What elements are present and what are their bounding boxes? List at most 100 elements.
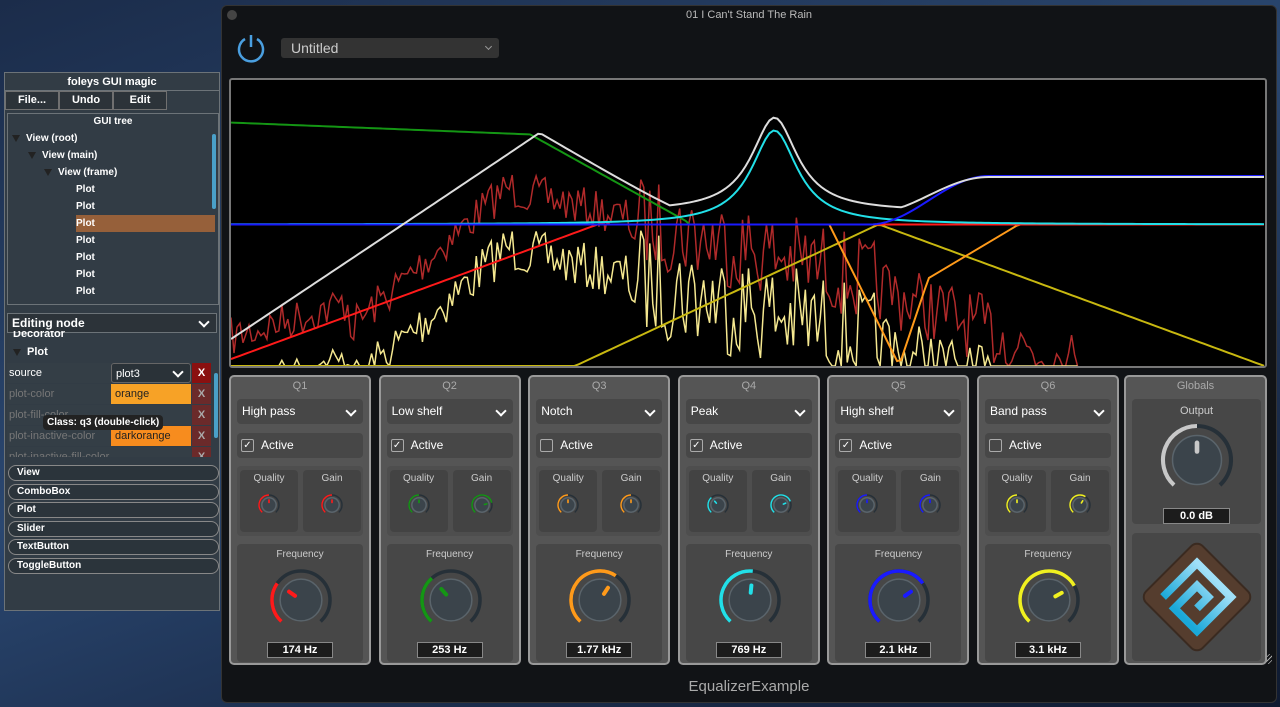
palette-item[interactable]: Plot	[8, 502, 219, 518]
edit-button[interactable]: Edit	[113, 91, 167, 110]
frequency-knob[interactable]	[867, 568, 931, 637]
frequency-value[interactable]: 769 Hz	[715, 642, 782, 658]
frequency-knob[interactable]	[1017, 568, 1081, 637]
filter-type-combo[interactable]: High shelf	[835, 399, 962, 424]
tree-item[interactable]: View (root)	[12, 130, 218, 147]
remove-property-button[interactable]: X	[192, 426, 211, 446]
filter-type-combo[interactable]: Low shelf	[386, 399, 513, 424]
palette-item[interactable]: View	[8, 465, 219, 481]
property-key: source	[7, 363, 111, 383]
gain-knob-icon	[919, 494, 942, 513]
chevron-down-icon	[644, 405, 656, 417]
frequency-label: Frequency	[725, 549, 773, 560]
power-icon[interactable]	[235, 32, 267, 64]
gain-label: Gain	[620, 473, 642, 484]
filter-type-label: High shelf	[840, 404, 894, 418]
output-label: Output	[1179, 405, 1214, 417]
tree-item[interactable]: View (main)	[28, 147, 218, 164]
tree-item[interactable]: Plot	[76, 266, 218, 283]
gain-label: Gain	[321, 473, 343, 484]
editing-node-combo[interactable]: Editing node	[7, 313, 217, 333]
remove-property-button[interactable]: X	[192, 405, 211, 425]
gain-knob[interactable]	[1067, 492, 1093, 523]
band-q5-curve	[231, 175, 1265, 226]
tree-item[interactable]: Plot	[76, 283, 218, 300]
tree-scrollbar[interactable]	[212, 134, 216, 209]
active-toggle[interactable]: ✓ Active	[237, 433, 363, 458]
tree-item[interactable]: View (frame)	[44, 164, 218, 181]
checkbox-icon[interactable]: ✓	[839, 439, 853, 452]
quality-knob[interactable]	[705, 492, 731, 523]
active-toggle[interactable]: Active	[536, 433, 663, 458]
tree-item[interactable]: Plot	[76, 232, 218, 249]
frequency-knob[interactable]	[269, 568, 333, 637]
filter-type-combo[interactable]: High pass	[237, 399, 363, 424]
active-toggle[interactable]: Active	[985, 433, 1111, 458]
frequency-value[interactable]: 1.77 kHz	[566, 642, 633, 658]
tree-item[interactable]: Plot	[76, 198, 218, 215]
property-value[interactable]: orange	[111, 384, 191, 404]
quality-knob[interactable]	[1004, 492, 1030, 523]
filter-type-combo[interactable]: Notch	[536, 399, 663, 424]
tree-item-label: View (frame)	[58, 167, 118, 178]
gain-knob[interactable]	[768, 492, 794, 523]
quality-knob[interactable]	[406, 492, 432, 523]
preset-combo[interactable]: Untitled	[281, 38, 499, 58]
quality-knob-icon	[1006, 494, 1028, 513]
checkbox-icon[interactable]: ✓	[390, 439, 404, 452]
frequency-knob[interactable]	[718, 568, 782, 637]
remove-property-button[interactable]: X	[192, 363, 211, 383]
file-button[interactable]: File...	[5, 91, 59, 110]
remove-property-button[interactable]: X	[192, 384, 211, 404]
expand-triangle-icon[interactable]	[12, 134, 20, 142]
filter-type-combo[interactable]: Band pass	[985, 399, 1111, 424]
checkbox-icon[interactable]: ✓	[241, 439, 254, 452]
active-toggle[interactable]: ✓ Active	[835, 433, 962, 458]
chevron-down-icon	[494, 405, 507, 417]
filter-type-label: Notch	[541, 404, 573, 418]
gain-label: Gain	[919, 473, 941, 484]
undo-button[interactable]: Undo	[59, 91, 113, 110]
tree-item[interactable]: Plot	[76, 249, 218, 266]
preset-label: Untitled	[291, 40, 339, 56]
palette-item[interactable]: TextButton	[8, 539, 219, 555]
output-knob[interactable]	[1160, 423, 1234, 502]
frequency-value[interactable]: 3.1 kHz	[1015, 642, 1081, 658]
frequency-value[interactable]: 174 Hz	[267, 642, 333, 658]
frequency-value[interactable]: 2.1 kHz	[865, 642, 932, 658]
gain-knob[interactable]	[469, 492, 495, 523]
property-value[interactable]	[111, 447, 191, 457]
frequency-label: Frequency	[1024, 549, 1072, 560]
output-value[interactable]: 0.0 dB	[1163, 508, 1230, 524]
filter-type-combo[interactable]: Peak	[685, 399, 812, 424]
frequency-value[interactable]: 253 Hz	[416, 642, 483, 658]
palette-item[interactable]: ToggleButton	[8, 557, 219, 574]
properties-scrollbar[interactable]	[214, 373, 218, 438]
active-toggle[interactable]: ✓ Active	[386, 433, 513, 458]
chevron-down-icon	[943, 405, 956, 417]
remove-property-button[interactable]: X	[192, 447, 211, 457]
expand-triangle-icon[interactable]	[44, 168, 52, 176]
quality-knob[interactable]	[854, 492, 880, 523]
active-toggle[interactable]: ✓ Active	[685, 433, 812, 458]
frequency-label: Frequency	[425, 549, 474, 560]
frequency-knob[interactable]	[568, 568, 632, 637]
checkbox-icon[interactable]	[989, 439, 1002, 452]
gain-knob[interactable]	[917, 492, 943, 523]
expand-triangle-icon[interactable]	[28, 151, 36, 159]
gain-knob[interactable]	[618, 492, 644, 523]
quality-knob[interactable]	[555, 492, 581, 523]
palette-item[interactable]: Slider	[8, 520, 219, 537]
tree-item[interactable]: Plot	[76, 181, 218, 198]
checkbox-icon[interactable]	[540, 439, 554, 452]
frequency-knob[interactable]	[419, 568, 483, 637]
checkbox-icon[interactable]: ✓	[689, 439, 703, 452]
gain-knob[interactable]	[319, 492, 345, 523]
chevron-down-icon	[198, 316, 210, 328]
quality-knob[interactable]	[256, 492, 282, 523]
palette-item[interactable]: ComboBox	[8, 483, 219, 500]
section-decorator[interactable]: Decorator	[13, 331, 65, 341]
section-plot[interactable]: Plot	[13, 346, 48, 358]
tree-item[interactable]: Plot	[76, 215, 215, 232]
property-value[interactable]: plot3	[111, 363, 191, 383]
